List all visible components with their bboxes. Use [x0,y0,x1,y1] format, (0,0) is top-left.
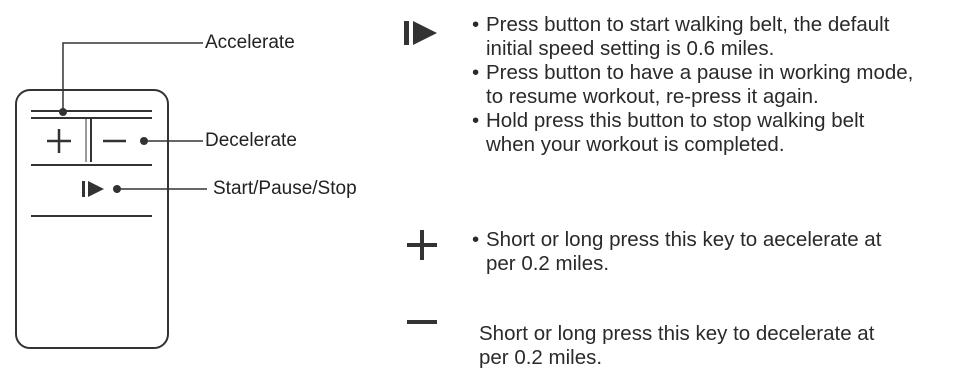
bullet: • [472,228,480,251]
accelerate-instructions: • Short or long press this key to aecele… [472,228,882,276]
remote-plus-button[interactable] [47,129,71,153]
callout-line-accelerate [59,42,203,116]
instruction-line: initial speed setting is 0.6 miles. [486,37,775,60]
instruction-line: Short or long press this key to aecelera… [486,228,882,251]
play-pause-instructions: • Press button to start walking belt, th… [472,13,914,157]
instruction-line: Press button to start walking belt, the … [486,13,890,36]
callout-line-decelerate [140,137,203,145]
instruction-item: Short or long press this key to decelera… [479,322,874,370]
callout-decelerate-label: Decelerate [205,130,297,151]
bullet: • [472,61,480,84]
minus-icon [407,320,437,324]
instruction-item: • Press button to have a pause in workin… [472,61,914,109]
instruction-line: per 0.2 miles. [486,252,610,275]
instruction-item: • Press button to start walking belt, th… [472,13,913,61]
bullet: • [472,109,480,132]
instruction-line: Short or long press this key to decelera… [479,322,875,345]
callout-accelerate-label: Accelerate [205,32,295,53]
callout-start-pause-stop-label: Start/Pause/Stop [213,178,357,199]
bullet: • [472,13,480,36]
instruction-line: per 0.2 miles. [479,346,603,369]
instruction-line: Hold press this button to stop walking b… [486,109,865,132]
instruction-line: Press button to have a pause in working … [486,61,914,84]
remote-play-pause-button[interactable] [82,181,104,197]
instruction-item: • Hold press this button to stop walking… [472,109,913,157]
instruction-line: to resume workout, re-press it again. [486,85,819,108]
play-pause-icon [404,21,437,45]
decelerate-instructions: Short or long press this key to decelera… [479,322,874,370]
instruction-item: • Short or long press this key to aecele… [472,228,882,276]
callout-line-start-pause-stop [113,185,207,193]
instruction-line: when your workout is completed. [486,133,785,156]
plus-icon [407,230,437,260]
